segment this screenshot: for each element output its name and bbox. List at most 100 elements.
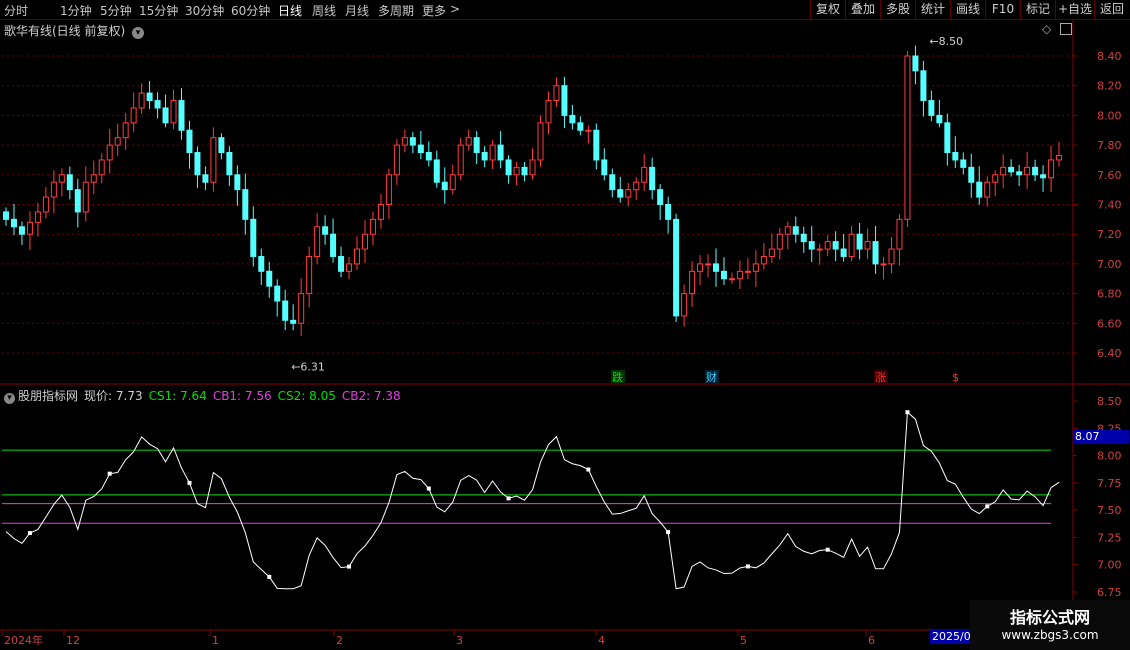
candle-body (154, 100, 161, 109)
mark-button[interactable]: 标记 (1020, 0, 1055, 19)
candle-body (936, 114, 943, 124)
candle-body (354, 248, 361, 265)
indicator-line (5, 411, 1060, 590)
candle-body (816, 248, 823, 251)
ind-y-tick-label: 8.00 (1097, 450, 1122, 463)
y-tick-label: 7.40 (1097, 199, 1122, 212)
candle-body (617, 189, 624, 198)
candle-body (481, 152, 488, 161)
candle-body (449, 174, 456, 191)
candle-body (744, 270, 751, 273)
candle-body (50, 181, 57, 198)
x-tick-label: 5 (740, 634, 747, 647)
indicator-point (905, 410, 910, 415)
candle-body (984, 181, 991, 198)
candle-body (369, 218, 376, 235)
candle-body (712, 263, 719, 272)
candle-body (872, 241, 879, 265)
period-tab-60min[interactable]: 60分钟 (231, 2, 270, 19)
indicator-header: ▾ 股朋指标网 现价: 7.73 CS1: 7.64 CB1: 7.56 CS2: 8.0… (4, 387, 407, 404)
candle-body (736, 270, 743, 280)
candle-body (1040, 174, 1047, 179)
candle-body (178, 100, 185, 131)
candle-body (258, 255, 265, 272)
period-tab-30min[interactable]: 30分钟 (185, 2, 224, 19)
y-tick-label: 6.40 (1097, 347, 1122, 360)
candle-body (952, 152, 959, 161)
candle-body (776, 233, 783, 250)
indicator-point (347, 564, 352, 569)
candle-body (234, 174, 241, 191)
candle-body (649, 166, 656, 191)
indicator-collapse-icon[interactable]: ▾ (4, 393, 15, 404)
fuquan-button[interactable]: 复权 (810, 0, 845, 19)
y-tick-label: 6.80 (1097, 288, 1122, 301)
high-price-label: ←8.50 (929, 35, 963, 48)
candle-body (26, 221, 33, 235)
candle-body (832, 241, 839, 250)
candle-body (657, 189, 664, 205)
indicator-point (985, 504, 990, 509)
period-tab-5min[interactable]: 5分钟 (100, 2, 132, 19)
add-favorite-button[interactable]: +自选 (1055, 0, 1094, 19)
period-tab-more[interactable]: 更多 (422, 2, 446, 19)
candle-body (681, 293, 688, 317)
candle-body (896, 218, 903, 250)
period-tab-fenshi[interactable]: 分时 (4, 2, 28, 19)
y-tick-label: 8.00 (1097, 109, 1122, 122)
y-tick-label: 6.60 (1097, 317, 1122, 330)
candle-body (290, 319, 297, 324)
candle-body (497, 144, 504, 161)
candle-body (928, 100, 935, 116)
indicator-cb2: CB2: 7.38 (341, 389, 401, 403)
candle-body (282, 300, 289, 321)
multi-stock-button[interactable]: 多股 (880, 0, 915, 19)
indicator-point (27, 531, 32, 536)
indicator-point (745, 564, 750, 569)
candle-body (210, 137, 217, 183)
candle-body (824, 241, 831, 250)
candle-body (1000, 166, 1007, 176)
candle-body (1056, 154, 1063, 161)
candle-body (194, 152, 201, 176)
period-tab-monthly[interactable]: 月线 (345, 2, 369, 19)
candle-body (82, 181, 89, 213)
candle-body (992, 174, 999, 183)
candle-body (720, 270, 727, 280)
candle-body (728, 278, 735, 281)
candle-body (800, 233, 807, 243)
indicator-point (187, 480, 192, 485)
candle-body (314, 226, 321, 257)
period-tab-15min[interactable]: 15分钟 (139, 2, 178, 19)
chart-canvas[interactable]: 8.40 8.20 8.00 7.80 7.60 7.40 7.20 7.00 6.80 6.60… (0, 20, 1130, 650)
f10-button[interactable]: F10 (985, 0, 1020, 19)
period-tab-multi[interactable]: 多周期 (378, 2, 414, 19)
candle-body (1008, 166, 1015, 173)
indicator-point (506, 496, 511, 501)
candle-body (10, 218, 17, 228)
indicator-point (825, 547, 830, 552)
back-button[interactable]: 返回 (1094, 0, 1129, 19)
indicator-price: 现价: 7.73 (84, 389, 143, 403)
candle-body (521, 166, 528, 176)
ind-y-tick-label: 6.75 (1097, 586, 1122, 599)
candle-body (409, 137, 416, 146)
candle-body (433, 159, 440, 183)
candle-body (18, 226, 25, 235)
candle-body (944, 122, 951, 154)
period-tab-1min[interactable]: 1分钟 (60, 2, 92, 19)
candle-body (760, 255, 767, 265)
chevron-right-icon[interactable]: > (450, 2, 460, 16)
candle-body (34, 211, 41, 223)
draw-line-button[interactable]: 画线 (950, 0, 985, 19)
indicator-point (426, 486, 431, 491)
candle-body (361, 233, 368, 250)
period-tab-daily[interactable]: 日线 (278, 2, 302, 19)
event-marker: 跌 (612, 370, 623, 384)
watermark-url: www.zbgs3.com (1001, 628, 1099, 642)
candle-body (106, 144, 113, 161)
candle-body (561, 85, 568, 116)
period-tab-weekly[interactable]: 周线 (312, 2, 336, 19)
statistics-button[interactable]: 统计 (915, 0, 950, 19)
overlay-button[interactable]: 叠加 (845, 0, 880, 19)
